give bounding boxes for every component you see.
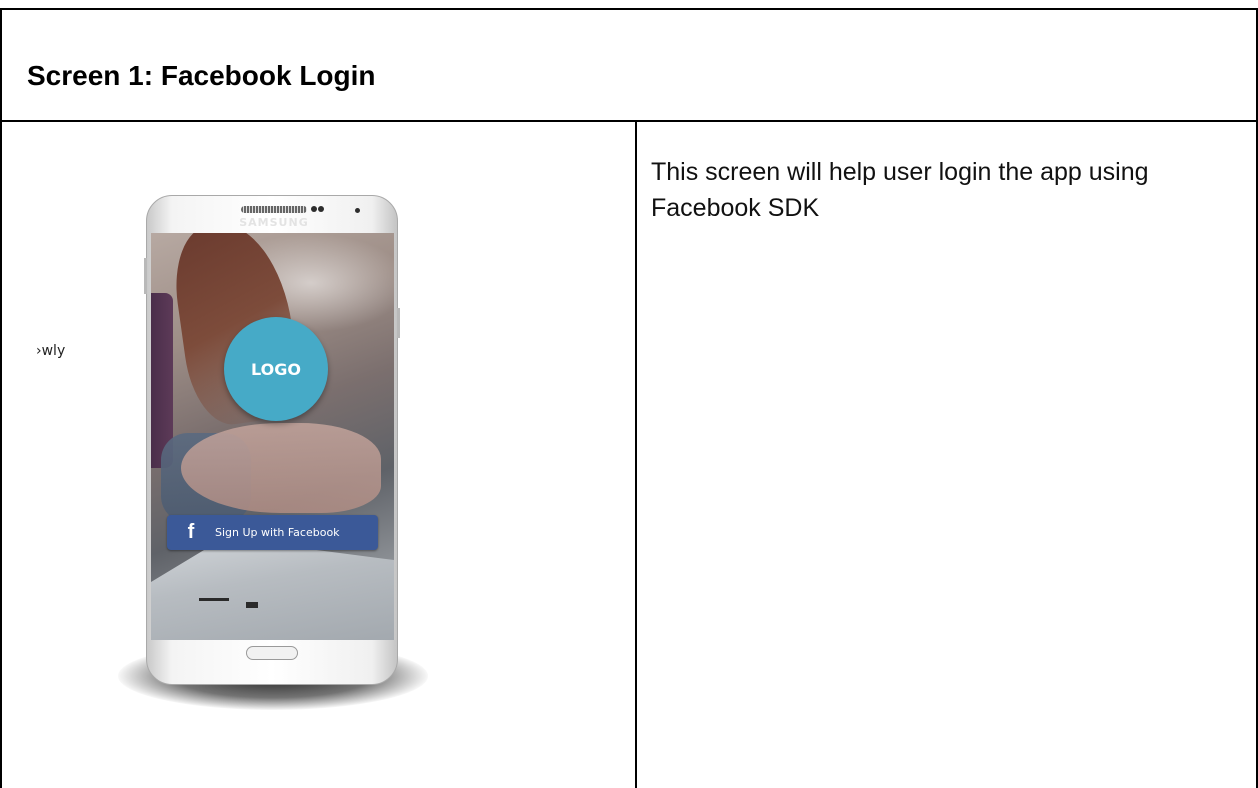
column-divider	[635, 120, 637, 788]
front-camera	[355, 208, 360, 213]
document-table: Screen 1: Facebook Login ›wly This scree…	[0, 0, 1258, 788]
background-photo-laptop	[151, 538, 394, 640]
volume-key	[144, 258, 147, 294]
sensor-dot	[318, 206, 324, 212]
home-button	[246, 646, 298, 660]
phone-brand: SAMSUNG	[239, 216, 309, 229]
facebook-f-icon: f	[187, 521, 195, 543]
logo-text: LOGO	[251, 359, 301, 379]
screen-description: This screen will help user login the app…	[651, 158, 1149, 222]
background-photo-arm	[181, 423, 381, 513]
header-row-divider	[0, 120, 1258, 122]
table-top-border	[0, 8, 1258, 10]
sensor-dot	[311, 206, 317, 212]
laptop-port	[199, 598, 229, 601]
facebook-signup-button[interactable]: f Sign Up with Facebook	[167, 515, 378, 550]
speaker-grille	[241, 206, 307, 213]
cropped-side-text: ›wly	[36, 343, 66, 359]
power-key	[397, 308, 400, 338]
app-logo: LOGO	[224, 317, 328, 421]
facebook-button-label: Sign Up with Facebook	[215, 526, 340, 539]
table-left-border	[0, 8, 2, 788]
phone-screen: LOGO f Sign Up with Facebook	[151, 233, 394, 640]
section-title: Screen 1: Facebook Login	[27, 60, 376, 91]
laptop-usb-port	[246, 602, 258, 608]
